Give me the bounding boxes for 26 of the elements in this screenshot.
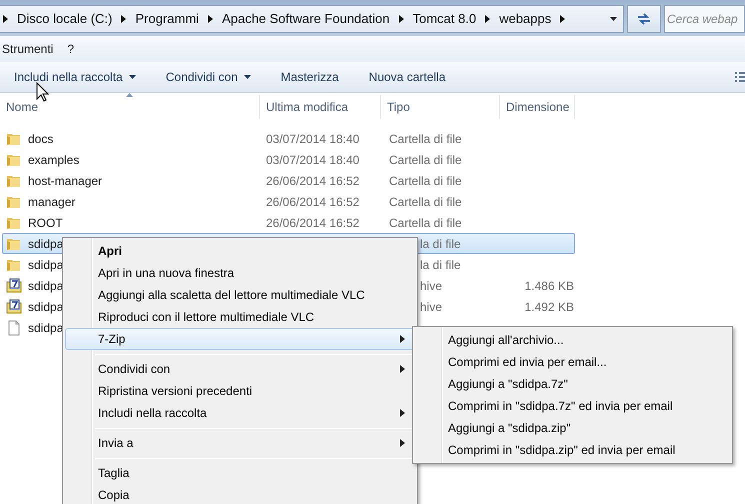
file-type: Cartella di file xyxy=(389,152,462,166)
file-name: sdidpa xyxy=(28,278,64,294)
file-name: manager xyxy=(28,194,76,210)
modified-date: 03/07/2014 18:40 xyxy=(266,132,360,146)
file-name: sdidpa xyxy=(28,320,64,336)
file-name: sdidpa xyxy=(28,256,64,274)
file-type: hive xyxy=(420,300,442,314)
modified-date: 03/07/2014 18:40 xyxy=(266,152,360,166)
file-name: sdidpa xyxy=(28,236,64,252)
file-type: Cartella di file xyxy=(389,174,462,188)
file-size: 1.492 KB xyxy=(524,300,574,314)
file-name: examples xyxy=(28,152,80,168)
modified-date: 26/06/2014 16:52 xyxy=(266,174,360,188)
file-type: la di file xyxy=(420,236,461,250)
file-type: la di file xyxy=(420,258,461,272)
file-size: 1.486 KB xyxy=(524,278,574,292)
file-name: ROOT xyxy=(28,214,63,232)
file-type: Cartella di file xyxy=(389,194,462,208)
modified-date: 26/06/2014 16:52 xyxy=(266,194,360,208)
modified-date: 26/06/2014 16:52 xyxy=(266,216,360,230)
file-name: docs xyxy=(28,130,54,148)
file-type: hive xyxy=(420,278,442,292)
file-name: sdidpa xyxy=(28,298,64,316)
file-type: Cartella di file xyxy=(389,132,462,146)
file-type: Cartella di file xyxy=(389,216,462,230)
file-name: host-manager xyxy=(28,172,102,190)
